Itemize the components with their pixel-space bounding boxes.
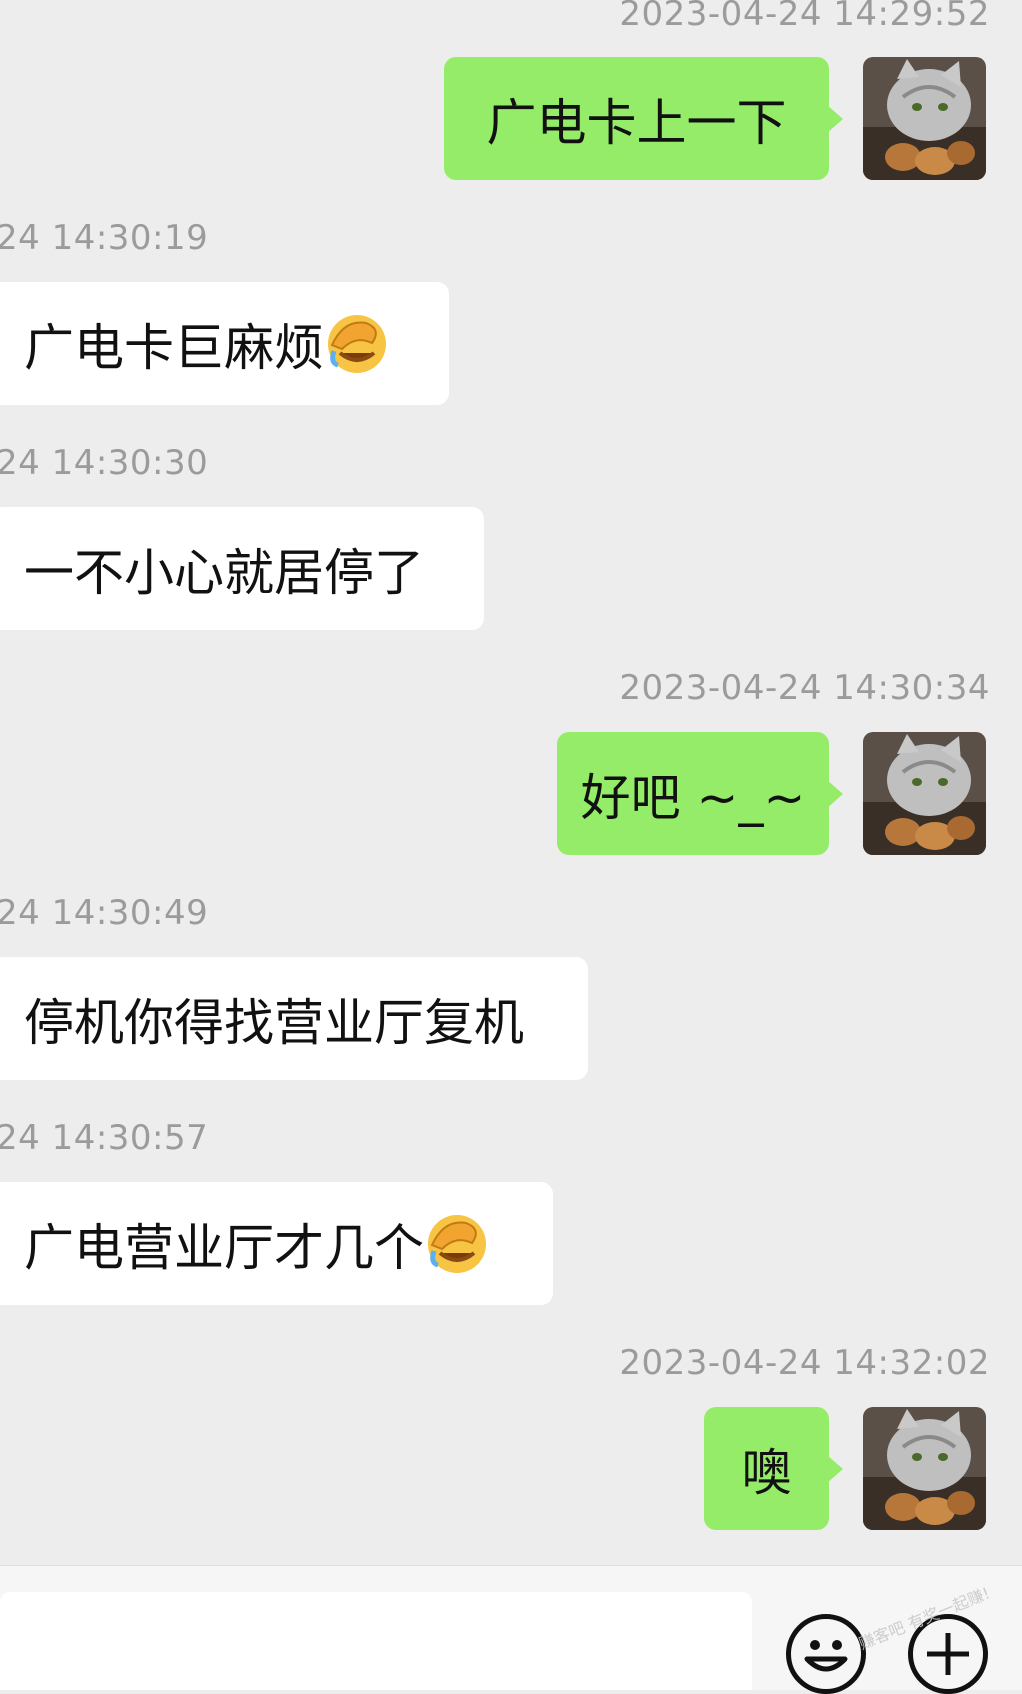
timestamp: 2023-04-24 14:30:34 — [619, 668, 990, 708]
message-text: 广电营业厅才几个 — [24, 1218, 424, 1277]
message-bubble-mine[interactable]: 广电卡上一下 — [444, 57, 843, 180]
message-text: 停机你得找营业厅复机 — [24, 993, 524, 1052]
message-text: 一不小心就居停了 — [24, 543, 424, 602]
timestamp: 24 14:30:30 — [0, 443, 209, 483]
message-bubble-mine[interactable]: 好吧 ~_~ — [557, 732, 843, 855]
message-bubble-other[interactable]: 广电营业厅才几个 — [0, 1182, 553, 1305]
cat-avatar[interactable] — [863, 57, 986, 180]
timestamp: 24 14:30:57 — [0, 1118, 209, 1158]
cat-avatar-icon — [863, 57, 986, 180]
cat-avatar-icon — [863, 1407, 986, 1530]
message-bubble-mine[interactable]: 噢 — [704, 1407, 843, 1530]
face-palm-crying-emoji-icon — [428, 1214, 486, 1273]
face-palm-crying-emoji-icon — [328, 314, 386, 373]
chat-area[interactable]: 2023-04-24 14:29:52 广电卡上一下 24 14:30:19 广… — [0, 0, 1022, 1565]
message-text: 广电卡巨麻烦 — [24, 318, 324, 377]
smiley-icon — [804, 1640, 848, 1672]
timestamp: 24 14:30:19 — [0, 218, 209, 258]
message-bubble-other[interactable]: 一不小心就居停了 — [0, 507, 484, 630]
message-text: 好吧 ~_~ — [580, 768, 806, 827]
cat-avatar-icon — [863, 732, 986, 855]
message-bubble-other[interactable]: 停机你得找营业厅复机 — [0, 957, 588, 1080]
cat-avatar[interactable] — [863, 732, 986, 855]
timestamp: 2023-04-24 14:32:02 — [619, 1343, 990, 1383]
message-bubble-other[interactable]: 广电卡巨麻烦 — [0, 282, 449, 405]
message-text: 噢 — [741, 1443, 792, 1502]
message-input[interactable] — [0, 1592, 752, 1690]
timestamp: 24 14:30:49 — [0, 893, 209, 933]
emoji-button[interactable] — [786, 1614, 866, 1694]
message-text: 广电卡上一下 — [486, 93, 787, 152]
cat-avatar[interactable] — [863, 1407, 986, 1530]
timestamp: 2023-04-24 14:29:52 — [619, 0, 990, 34]
